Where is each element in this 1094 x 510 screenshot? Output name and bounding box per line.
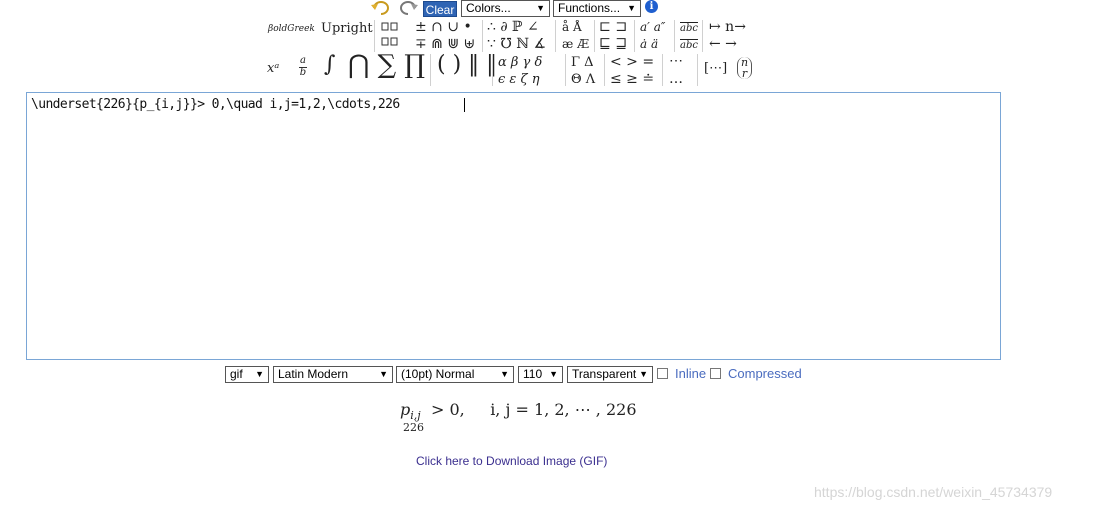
greek-lowercase-row2[interactable]: ϵ ε ζ η	[498, 73, 540, 86]
inline-checkbox[interactable]	[657, 368, 668, 379]
subset-symbols-row1[interactable]: ⊏ ⊐	[599, 20, 627, 34]
arrows-row1[interactable]: ↦ n→	[709, 20, 746, 34]
colors-dropdown-label: Colors...	[466, 1, 511, 15]
palette-divider	[555, 20, 556, 52]
background-select[interactable]: Transparent ▼	[567, 366, 653, 383]
low-dots[interactable]: …	[669, 72, 683, 86]
accent-letters-row2[interactable]: æ Æ	[562, 38, 589, 50]
format-select-value: gif	[230, 367, 243, 381]
subset-symbols-row2[interactable]: ⊑ ⊒	[599, 37, 627, 51]
chevron-down-icon: ▼	[500, 369, 509, 379]
superscript-template[interactable]: xᵃ	[267, 62, 279, 75]
widehat-template[interactable]: abc	[680, 24, 698, 34]
formula-underset: 226	[403, 421, 424, 434]
font-select[interactable]: Latin Modern ▼	[273, 366, 393, 383]
matrix-template[interactable]: [⋯]	[704, 62, 727, 75]
colors-dropdown[interactable]: Colors... ▼	[461, 0, 550, 17]
functions-dropdown[interactable]: Functions... ▼	[553, 0, 641, 17]
integral-symbol[interactable]: ∫	[324, 54, 335, 76]
chevron-down-icon: ▼	[379, 369, 388, 379]
logic-symbols-row2[interactable]: ∵ ℧ ℕ ∡	[487, 37, 546, 51]
chevron-down-icon: ▼	[536, 3, 545, 13]
dpi-select-value: 110	[523, 367, 543, 381]
big-operators[interactable]: ⋂ ∑ ∏	[348, 52, 425, 78]
formula-preview: pi,j	[400, 400, 421, 422]
palette-divider	[594, 20, 595, 52]
fraction-template[interactable]: a b	[299, 56, 307, 78]
font-select-value: Latin Modern	[278, 367, 349, 381]
relations-row1[interactable]: < > =	[610, 55, 654, 69]
script-template-icon[interactable]	[381, 20, 403, 50]
dot-accent-row2[interactable]: ȧ ä	[640, 38, 658, 50]
inline-label[interactable]: Inline	[675, 366, 706, 381]
compressed-checkbox[interactable]	[710, 368, 721, 379]
palette-divider	[634, 20, 635, 52]
background-select-value: Transparent	[572, 367, 637, 381]
fraction-numerator: a	[300, 55, 306, 66]
palette-divider	[697, 54, 698, 86]
redo-icon[interactable]	[397, 0, 419, 16]
text-cursor	[464, 98, 465, 112]
palette-divider	[482, 20, 483, 52]
dpi-select[interactable]: 110 ▼	[518, 366, 563, 383]
relations-row2[interactable]: ≤ ≥ ≐	[610, 72, 654, 86]
formula-main-symbol: p	[400, 400, 411, 419]
format-select[interactable]: gif ▼	[225, 366, 269, 383]
formula-rest: > 0, i, j = 1, 2, ⋯ , 226	[431, 400, 637, 419]
chevron-down-icon: ▼	[549, 369, 558, 379]
palette-divider	[674, 20, 675, 52]
chevron-down-icon: ▼	[255, 369, 264, 379]
binary-operators-row1[interactable]: ± ∩ ∪ •	[415, 20, 472, 34]
fraction-denominator: b	[299, 67, 307, 78]
palette-divider	[604, 54, 605, 86]
prime-symbols-row1[interactable]: a′ a″	[640, 21, 665, 33]
size-select[interactable]: (10pt) Normal ▼	[396, 366, 514, 383]
chevron-down-icon: ▼	[639, 369, 648, 379]
functions-dropdown-label: Functions...	[558, 1, 621, 15]
greek-uppercase-row1[interactable]: Γ Δ	[571, 56, 594, 69]
download-image-link[interactable]: Click here to Download Image (GIF)	[416, 454, 607, 468]
palette-divider	[662, 54, 663, 86]
compressed-label[interactable]: Compressed	[728, 366, 802, 381]
arrows-row2[interactable]: ← →	[709, 37, 737, 51]
undo-icon[interactable]	[370, 0, 392, 16]
greek-uppercase-row2[interactable]: Θ Λ	[571, 73, 595, 86]
overarc-template[interactable]: abc	[680, 41, 698, 51]
size-select-value: (10pt) Normal	[401, 367, 475, 381]
palette-divider	[565, 54, 566, 86]
upright-style-button[interactable]: Upright	[321, 22, 373, 35]
delimiters[interactable]: ( ) ‖ ‖	[437, 54, 497, 76]
info-icon[interactable]: i	[645, 0, 658, 13]
accent-letters-row1[interactable]: å Å	[562, 21, 582, 33]
palette-divider	[702, 20, 703, 52]
palette-divider	[492, 54, 493, 86]
binomial-bottom: r	[741, 67, 748, 80]
binary-operators-row2[interactable]: ∓ ⋒ ⋓ ⊎	[415, 37, 475, 51]
chevron-down-icon: ▼	[627, 3, 636, 13]
centered-dots[interactable]: ⋯	[669, 54, 683, 68]
watermark-text: https://blog.csdn.net/weixin_45734379	[814, 484, 1053, 500]
bold-greek-style-button[interactable]: βoldGreek	[268, 25, 315, 34]
logic-symbols-row1[interactable]: ∴ ∂ ℙ ∠	[487, 20, 539, 34]
greek-lowercase-row1[interactable]: α β γ δ	[498, 56, 542, 69]
clear-button[interactable]: Clear	[423, 1, 457, 17]
binomial-template[interactable]: n r	[737, 57, 753, 80]
latex-editor-textarea[interactable]: \underset{226}{p_{i,j}}> 0,\quad i,j=1,2…	[26, 92, 1001, 360]
palette-divider	[430, 54, 431, 86]
palette-divider	[374, 20, 375, 52]
latex-source-text: \underset{226}{p_{i,j}}> 0,\quad i,j=1,2…	[31, 97, 400, 112]
